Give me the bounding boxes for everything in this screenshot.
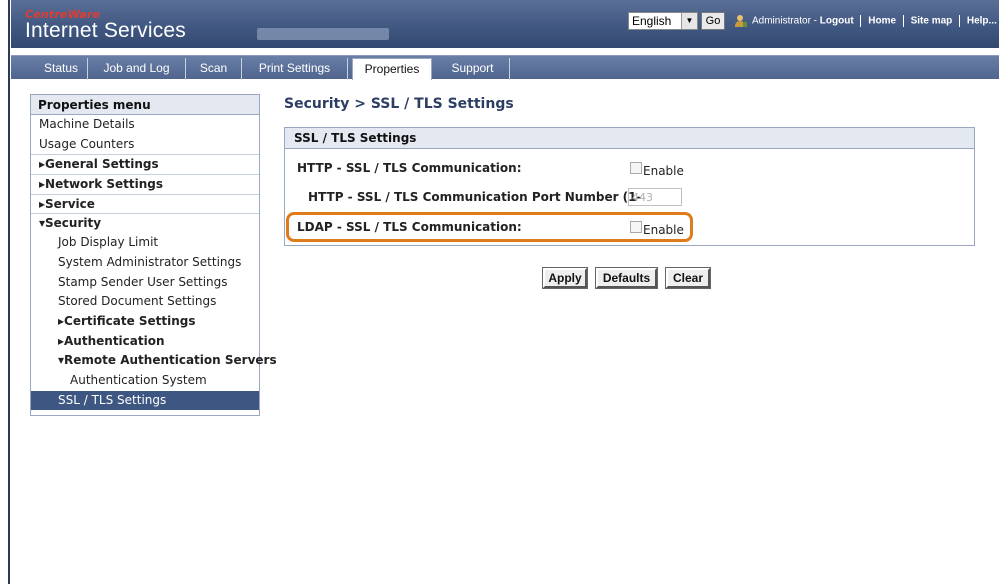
tab-print-settings[interactable]: Print Settings [242, 58, 348, 80]
divider [959, 15, 961, 27]
language-select[interactable]: English ▼ [628, 12, 698, 30]
properties-menu-title: Properties menu [31, 95, 259, 115]
device-name-blurred [257, 28, 389, 40]
left-frame-border [0, 0, 10, 584]
sidebar-item-stored-document-settings[interactable]: Stored Document Settings [31, 292, 259, 312]
sidebar-item-general-settings[interactable]: ▸General Settings [31, 154, 259, 174]
sidebar-item-remote-authentication-servers[interactable]: ▾Remote Authentication Servers [31, 351, 277, 371]
panel-title: SSL / TLS Settings [285, 128, 974, 149]
sidebar-item-machine-details[interactable]: Machine Details [31, 115, 259, 135]
logout-link[interactable]: Logout [820, 16, 854, 27]
defaults-button[interactable]: Defaults [595, 267, 658, 289]
site-map-link[interactable]: Site map [911, 16, 953, 27]
sidebar-item-service[interactable]: ▸Service [31, 193, 259, 214]
divider [860, 15, 862, 27]
main-nav: Status Job and Log Scan Print Settings P… [11, 55, 999, 80]
sidebar-item-authentication-system[interactable]: Authentication System [31, 371, 259, 391]
divider [902, 15, 904, 27]
user-label: Administrator - [752, 15, 820, 27]
ldap-row-highlight [286, 212, 693, 242]
http-ssl-enable-label: Enable [643, 164, 684, 178]
page-title: Security > SSL / TLS Settings [284, 96, 514, 112]
port-number-label: HTTP - SSL / TLS Communication Port Numb… [308, 190, 642, 204]
sidebar-item-system-administrator-settings[interactable]: System Administrator Settings [31, 253, 259, 273]
tab-properties[interactable]: Properties [352, 58, 432, 80]
header-bar: CentreWare Internet Services English ▼ G… [11, 0, 999, 48]
properties-menu: Properties menu Machine Details Usage Co… [30, 94, 277, 416]
sidebar-item-stamp-sender-user-settings[interactable]: Stamp Sender User Settings [31, 273, 259, 293]
tab-job-and-log[interactable]: Job and Log [88, 58, 186, 80]
sidebar-item-certificate-settings[interactable]: ▸Certificate Settings [31, 312, 259, 332]
go-button[interactable]: Go [701, 12, 725, 30]
tab-scan[interactable]: Scan [186, 58, 242, 80]
sidebar-item-job-display-limit[interactable]: Job Display Limit [31, 233, 259, 253]
user-icon [735, 15, 747, 27]
apply-button[interactable]: Apply [542, 267, 588, 289]
sidebar-item-usage-counters[interactable]: Usage Counters [31, 135, 259, 155]
brand-title: Internet Services [25, 19, 186, 42]
help-link[interactable]: Help... [967, 16, 997, 27]
sidebar-item-ssl-tls-settings[interactable]: SSL / TLS Settings [31, 390, 259, 411]
language-value: English [632, 14, 672, 28]
clear-button[interactable]: Clear [665, 267, 711, 289]
port-number-input[interactable]: 443 [628, 188, 682, 206]
chevron-down-icon[interactable]: ▼ [681, 13, 697, 29]
home-link[interactable]: Home [868, 16, 896, 27]
tab-support[interactable]: Support [436, 58, 510, 80]
sidebar-item-network-settings[interactable]: ▸Network Settings [31, 174, 259, 194]
tab-status[interactable]: Status [35, 58, 88, 80]
top-links: Administrator - Logout Home Site map Hel… [752, 15, 997, 27]
http-ssl-enable-checkbox[interactable] [630, 162, 642, 174]
http-ssl-label: HTTP - SSL / TLS Communication: [297, 161, 522, 175]
sidebar-item-authentication[interactable]: ▸Authentication [31, 332, 259, 352]
sidebar-item-security[interactable]: ▾Security [31, 213, 259, 233]
